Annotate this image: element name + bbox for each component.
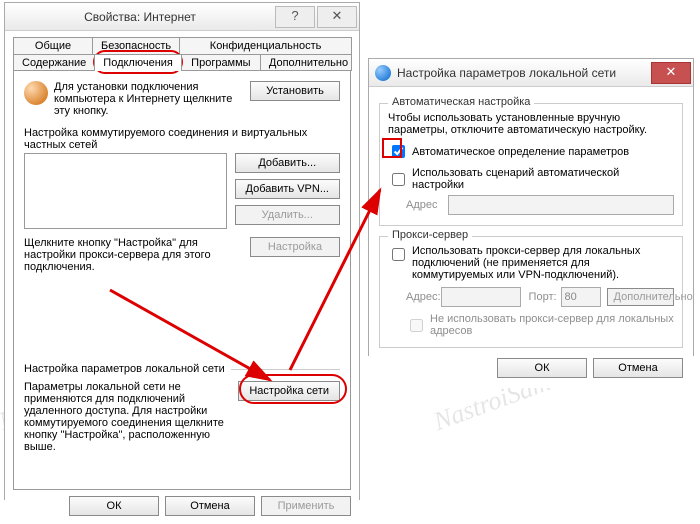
dialup-heading: Настройка коммутируемого соединения и ви… xyxy=(24,127,340,151)
tab-privacy[interactable]: Конфиденциальность xyxy=(179,37,352,54)
globe-icon xyxy=(24,81,48,105)
install-button[interactable]: Установить xyxy=(250,81,340,101)
proxy-port-field xyxy=(561,287,601,307)
proxy-address-field xyxy=(441,287,521,307)
ok-button[interactable]: ОК xyxy=(497,358,587,378)
auto-config-group: Автоматическая настройка Чтобы использов… xyxy=(379,103,683,226)
tab-content[interactable]: Содержание xyxy=(13,54,95,71)
tab-general[interactable]: Общие xyxy=(13,37,93,54)
proxy-group: Прокси-сервер Использовать прокси-сервер… xyxy=(379,236,683,348)
proxy-address-label: Адрес: xyxy=(406,291,441,303)
window-title: Настройка параметров локальной сети xyxy=(397,66,651,80)
add-vpn-button[interactable]: Добавить VPN... xyxy=(235,179,340,199)
ok-button[interactable]: ОК xyxy=(69,496,159,516)
auto-script-checkbox[interactable] xyxy=(392,173,405,186)
help-button[interactable]: ? xyxy=(275,6,315,28)
dialup-settings-button: Настройка xyxy=(250,237,340,257)
use-proxy-checkbox[interactable] xyxy=(392,248,405,261)
window-title: Свойства: Интернет xyxy=(5,10,275,24)
cancel-button[interactable]: Отмена xyxy=(165,496,255,516)
internet-properties-window: Свойства: Интернет ? ✕ Общие Безопасност… xyxy=(4,2,360,500)
window-icon xyxy=(375,65,391,81)
close-button[interactable]: ✕ xyxy=(651,62,691,84)
tab-advanced[interactable]: Дополнительно xyxy=(260,54,352,71)
connections-listbox[interactable] xyxy=(24,153,227,229)
cancel-button[interactable]: Отмена xyxy=(593,358,683,378)
auto-address-label: Адрес xyxy=(406,199,448,211)
apply-button: Применить xyxy=(261,496,351,516)
bypass-local-checkbox xyxy=(410,319,423,332)
lan-heading: Настройка параметров локальной сети xyxy=(24,363,225,375)
window-body: Общие Безопасность Конфиденциальность Со… xyxy=(5,31,359,524)
settings-hint: Щелкните кнопку "Настройка" для настройк… xyxy=(24,237,242,273)
window-body: Автоматическая настройка Чтобы использов… xyxy=(369,87,693,388)
titlebar: Свойства: Интернет ? ✕ xyxy=(5,3,359,31)
lan-settings-window: Настройка параметров локальной сети ✕ Ав… xyxy=(368,58,694,356)
use-proxy-label: Использовать прокси-сервер для локальных… xyxy=(412,245,674,281)
auto-address-field xyxy=(448,195,674,215)
add-button[interactable]: Добавить... xyxy=(235,153,340,173)
auto-text: Чтобы использовать установленные вручную… xyxy=(388,112,674,136)
lan-settings-button[interactable]: Настройка сети xyxy=(238,381,340,401)
auto-legend: Автоматическая настройка xyxy=(388,96,534,108)
proxy-legend: Прокси-сервер xyxy=(388,229,472,241)
tab-programs[interactable]: Программы xyxy=(181,54,261,71)
remove-button: Удалить... xyxy=(235,205,340,225)
auto-script-label: Использовать сценарий автоматической нас… xyxy=(412,167,674,191)
tab-connections[interactable]: Подключения xyxy=(94,54,182,71)
proxy-advanced-button: Дополнительно xyxy=(607,288,674,306)
proxy-port-label: Порт: xyxy=(529,291,557,303)
close-button[interactable]: ✕ xyxy=(317,6,357,28)
tab-security[interactable]: Безопасность xyxy=(92,37,180,54)
annotation-square-checkbox xyxy=(382,138,402,158)
lan-text: Параметры локальной сети не применяются … xyxy=(24,381,230,453)
auto-detect-label: Автоматическое определение параметров xyxy=(412,146,629,158)
dialup-text: Для установки подключения компьютера к И… xyxy=(54,81,244,117)
titlebar: Настройка параметров локальной сети ✕ xyxy=(369,59,693,87)
bypass-local-label: Не использовать прокси-сервер для локаль… xyxy=(430,313,674,337)
tab-strip: Общие Безопасность Конфиденциальность Со… xyxy=(13,37,351,490)
tab-panel-connections: Для установки подключения компьютера к И… xyxy=(13,70,351,490)
